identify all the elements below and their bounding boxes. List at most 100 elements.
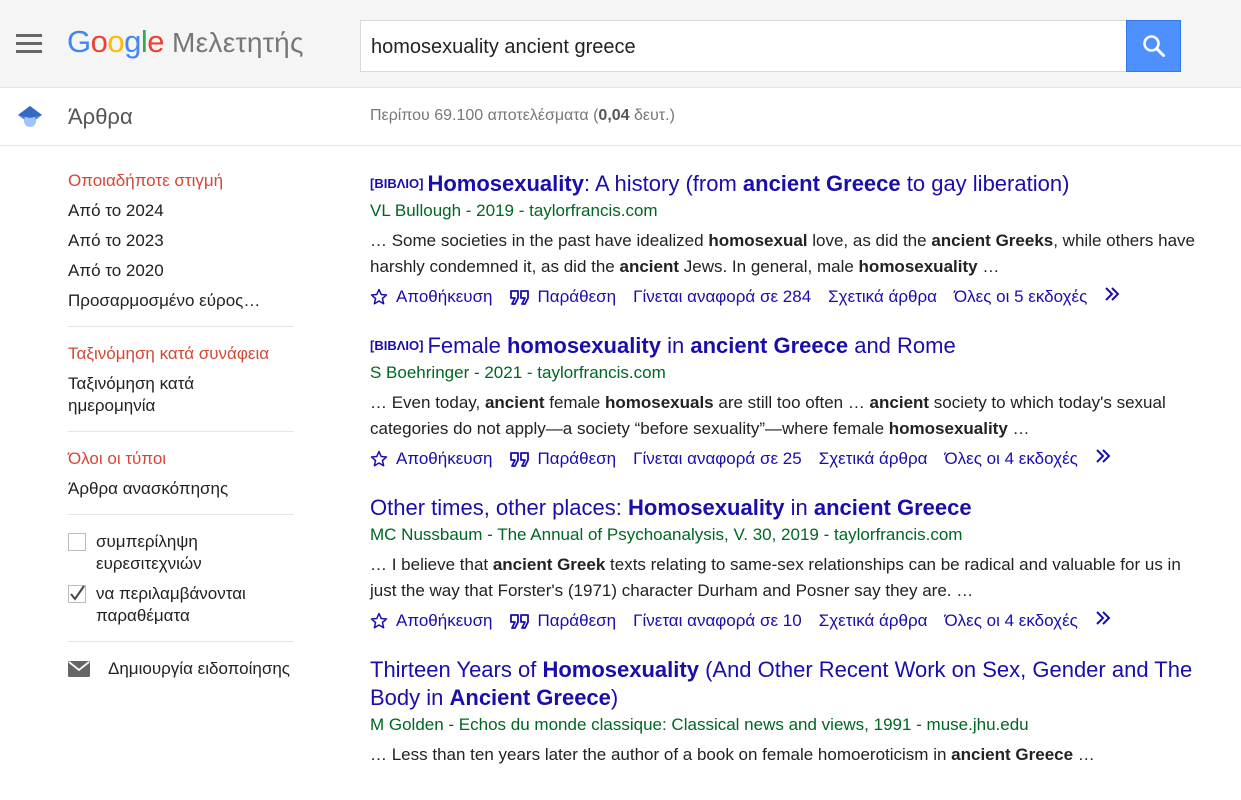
result-snippet: … Some societies in the past have ideali… xyxy=(370,228,1210,280)
highlight: ancient xyxy=(869,393,930,412)
mail-icon xyxy=(68,661,90,677)
highlight: ancient Greece xyxy=(690,333,849,358)
divider xyxy=(68,641,294,642)
filter-since-2024[interactable]: Από το 2024 xyxy=(68,200,294,222)
related-articles-link[interactable]: Σχετικά άρθρα xyxy=(828,286,937,308)
highlight: Homosexuality xyxy=(542,657,699,682)
result-title-link[interactable]: Thirteen Years of Homosexuality (And Oth… xyxy=(370,656,1210,712)
author-link[interactable]: VL Bullough xyxy=(370,201,461,220)
divider xyxy=(68,514,294,515)
author-link[interactable]: MC Nussbaum xyxy=(370,525,482,544)
publication-info: - 2019 - taylorfrancis.com xyxy=(461,201,658,220)
book-tag: [ΒΙΒΛΙΟ] xyxy=(370,176,424,191)
cite-label: Παράθεση xyxy=(537,287,617,306)
result-title-link[interactable]: [ΒΙΒΛΙΟ] Homosexuality: A history (from a… xyxy=(370,170,1210,198)
result-title-link[interactable]: [ΒΙΒΛΙΟ] Female homosexuality in ancient … xyxy=(370,332,1210,360)
logo-letter: g xyxy=(124,24,141,59)
text-part: are still too often … xyxy=(713,393,870,412)
highlight: homosexuality xyxy=(506,333,661,358)
filter-custom-range[interactable]: Προσαρμοσμένο εύρος… xyxy=(68,290,294,312)
star-icon xyxy=(370,612,388,629)
logo-letter: e xyxy=(147,24,165,59)
logo-letter: G xyxy=(67,24,91,59)
text-part: Female xyxy=(427,333,507,358)
result-actions: Αποθήκευση Παράθεση Γίνεται αναφορά σε 10 Σ… xyxy=(370,610,1210,632)
text-part: … Less than ten years later the author o… xyxy=(370,745,952,764)
save-button[interactable]: Αποθήκευση xyxy=(370,448,493,470)
publication-info: - 2021 - taylorfrancis.com xyxy=(469,363,666,382)
patents-checkbox[interactable] xyxy=(68,533,86,551)
star-icon xyxy=(370,450,388,467)
text-part: … xyxy=(1073,745,1095,764)
cite-button[interactable]: Παράθεση xyxy=(509,610,616,632)
highlight: ancient Greeks xyxy=(931,231,1054,250)
create-alert-button[interactable]: Δημιουργία ειδοποίησης xyxy=(68,658,294,680)
citations-checkbox[interactable] xyxy=(68,585,86,603)
sidebar: Οποιαδήποτε στιγμή Από το 2024 Από το 20… xyxy=(68,170,294,680)
author-link[interactable]: S Boehringer xyxy=(370,363,469,382)
search-input[interactable] xyxy=(371,31,1111,63)
results-list: [ΒΙΒΛΙΟ] Homosexuality: A history (from a… xyxy=(370,170,1210,792)
text-part: love, as did the xyxy=(807,231,932,250)
filter-any-time[interactable]: Οποιαδήποτε στιγμή xyxy=(68,170,294,192)
related-articles-link[interactable]: Σχετικά άρθρα xyxy=(819,610,928,632)
more-icon[interactable] xyxy=(1095,448,1117,470)
highlight: ancient Greece xyxy=(742,171,901,196)
logo-product: Μελετητής xyxy=(172,27,304,58)
publication-info: - The Annual of Psychoanalysis, V. 30, 2… xyxy=(482,525,963,544)
filter-since-2023[interactable]: Από το 2023 xyxy=(68,230,294,252)
more-icon[interactable] xyxy=(1095,610,1117,632)
text-part: in xyxy=(784,495,814,520)
result-snippet: … Less than ten years later the author o… xyxy=(370,742,1210,768)
sort-by-relevance[interactable]: Ταξινόμηση κατά συνάφεια xyxy=(68,343,294,365)
highlight: homosexuals xyxy=(604,393,714,412)
author-link[interactable]: M Golden xyxy=(370,715,444,734)
cite-label: Παράθεση xyxy=(537,449,617,468)
results-count-suffix: δευτ.) xyxy=(629,107,675,124)
divider xyxy=(68,431,294,432)
result-title-link[interactable]: Other times, other places: Homosexuality… xyxy=(370,494,1210,522)
create-alert-label: Δημιουργία ειδοποίησης xyxy=(108,659,290,678)
search-result: Other times, other places: Homosexuality… xyxy=(370,494,1210,632)
text-part: … I believe that xyxy=(370,555,493,574)
cited-by-link[interactable]: Γίνεται αναφορά σε 10 xyxy=(633,610,802,632)
sort-by-date[interactable]: Ταξινόμηση κατά ημερομηνία xyxy=(68,373,294,417)
text-part: ) xyxy=(610,685,619,710)
cited-by-link[interactable]: Γίνεται αναφορά σε 25 xyxy=(633,448,802,470)
quote-icon xyxy=(509,452,529,467)
cited-by-link[interactable]: Γίνεται αναφορά σε 284 xyxy=(633,286,811,308)
highlight: Ancient Greece xyxy=(449,685,611,710)
save-button[interactable]: Αποθήκευση xyxy=(370,610,493,632)
text-part: … xyxy=(977,257,1000,276)
more-icon[interactable] xyxy=(1104,286,1126,308)
results-count: Περίπου 69.100 αποτελέσματα (0,04 δευτ.) xyxy=(370,107,675,125)
search-result: [ΒΙΒΛΙΟ] Homosexuality: A history (from a… xyxy=(370,170,1210,308)
all-versions-link[interactable]: Όλες οι 5 εκδοχές xyxy=(954,286,1087,308)
search-button[interactable] xyxy=(1126,20,1181,72)
result-snippet: … I believe that ancient Greek texts rel… xyxy=(370,552,1210,604)
highlight: ancient xyxy=(484,393,545,412)
type-all[interactable]: Όλοι οι τύποι xyxy=(68,448,294,470)
highlight: Homosexuality xyxy=(427,171,584,196)
cite-button[interactable]: Παράθεση xyxy=(509,448,617,470)
text-part: in xyxy=(660,333,691,358)
section-label: Άρθρα xyxy=(68,104,133,129)
menu-icon[interactable] xyxy=(16,34,42,54)
filter-since-2020[interactable]: Από το 2020 xyxy=(68,260,294,282)
include-citations-toggle[interactable]: να περιλαμβάνονται παραθέματα xyxy=(68,583,294,627)
star-icon xyxy=(370,288,388,305)
type-review-articles[interactable]: Άρθρα ανασκόπησης xyxy=(68,478,294,500)
scholar-cap-icon xyxy=(18,106,42,127)
text-part: … Even today, xyxy=(370,393,485,412)
all-versions-link[interactable]: Όλες οι 4 εκδοχές xyxy=(945,448,1078,470)
cite-button[interactable]: Παράθεση xyxy=(509,286,617,308)
results-time: 0,04 xyxy=(598,107,630,124)
related-articles-link[interactable]: Σχετικά άρθρα xyxy=(819,448,928,470)
include-patents-toggle[interactable]: συμπερίληψη ευρεσιτεχνιών xyxy=(68,531,294,575)
subheader: Άρθρα Περίπου 69.100 αποτελέσματα (0,04 … xyxy=(0,88,1241,146)
all-versions-link[interactable]: Όλες οι 4 εκδοχές xyxy=(945,610,1078,632)
google-scholar-logo[interactable]: Google Μελετητής xyxy=(67,24,304,60)
result-snippet: … Even today, ancient female homosexuals… xyxy=(370,390,1210,442)
quote-icon xyxy=(509,614,529,629)
save-button[interactable]: Αποθήκευση xyxy=(370,286,493,308)
